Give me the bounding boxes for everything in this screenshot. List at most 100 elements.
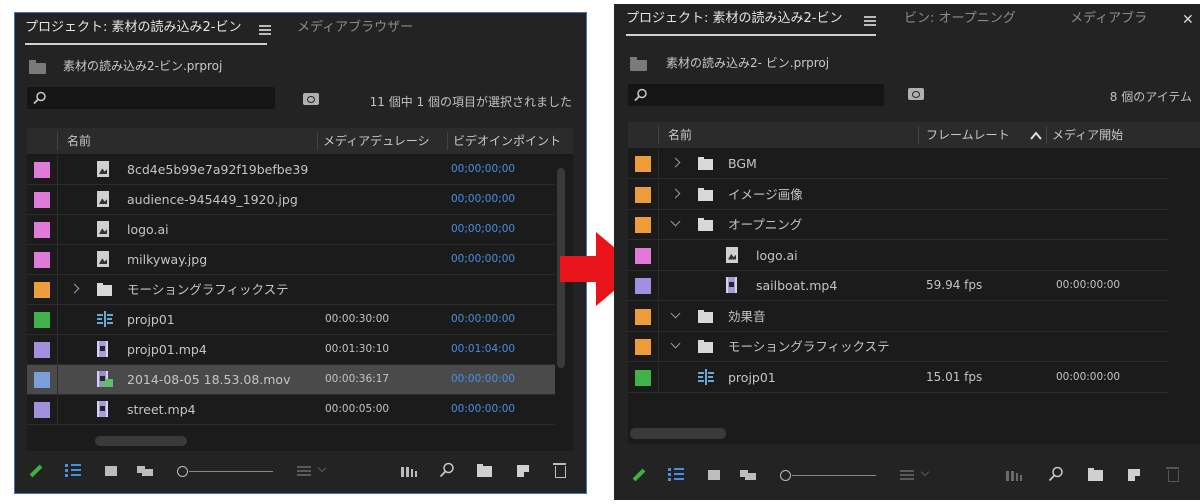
label-cell[interactable] xyxy=(27,305,58,334)
list-view-icon[interactable] xyxy=(65,464,81,478)
automate-to-sequence-icon[interactable] xyxy=(401,467,417,477)
zoom-slider-handle[interactable] xyxy=(177,466,188,477)
table-row[interactable]: projp01 00:00:30:00 00:00:00:00 xyxy=(27,305,555,335)
left-item-list[interactable]: 名前 メディアデュレーシ ビデオインポイント 8cd4e5b99e7a92f19… xyxy=(27,128,573,451)
table-row[interactable]: street.mp4 00:00:05:00 00:00:00:00 xyxy=(27,395,555,425)
tab-project[interactable]: プロジェクト: 素材の読み込み2-ビン xyxy=(25,13,241,47)
label-color-swatch[interactable] xyxy=(635,217,651,233)
label-cell[interactable] xyxy=(628,149,659,178)
right-item-list[interactable]: 名前 フレームレート メディア開始 BGM イメージ画像 オープニング logo.ai… xyxy=(628,122,1200,444)
label-color-swatch[interactable] xyxy=(635,247,651,264)
label-cell[interactable] xyxy=(27,245,58,274)
label-color-swatch[interactable] xyxy=(635,308,651,325)
label-color-swatch[interactable] xyxy=(635,369,651,386)
expand-chevron-icon[interactable] xyxy=(69,283,80,294)
table-row[interactable]: milkyway.jpg 00;00;00;00 xyxy=(27,245,555,275)
column-name[interactable]: 名前 xyxy=(668,122,908,148)
table-row[interactable]: イメージ画像 xyxy=(628,179,1168,210)
zoom-slider-track[interactable] xyxy=(189,471,273,472)
label-color-swatch[interactable] xyxy=(34,342,50,358)
new-item-icon[interactable] xyxy=(517,465,529,477)
column-frame-rate[interactable]: フレームレート xyxy=(926,122,1026,148)
table-row[interactable]: sailboat.mp4 59.94 fps 00:00:00:00 xyxy=(628,271,1168,301)
trash-icon[interactable] xyxy=(1166,467,1179,482)
new-bin-icon[interactable] xyxy=(477,464,492,477)
table-row[interactable]: projp01.mp4 00:01:30:10 00:01:04:00 xyxy=(27,335,555,365)
find-filter-icon[interactable] xyxy=(908,88,924,100)
column-video-in-point[interactable]: ビデオインポイント xyxy=(453,128,568,154)
sort-icon[interactable] xyxy=(297,466,311,478)
label-cell[interactable] xyxy=(27,335,58,364)
hamburger-icon[interactable] xyxy=(259,25,271,35)
automate-to-sequence-icon[interactable] xyxy=(1006,471,1022,481)
column-name[interactable]: 名前 xyxy=(67,128,307,154)
freeform-view-icon[interactable] xyxy=(740,470,756,480)
search-input[interactable] xyxy=(628,84,884,106)
close-icon[interactable]: ✕ xyxy=(1182,12,1194,28)
list-view-icon[interactable] xyxy=(668,468,684,482)
table-row[interactable]: BGM xyxy=(628,149,1168,179)
label-color-swatch[interactable] xyxy=(34,282,50,298)
label-cell[interactable] xyxy=(27,185,58,214)
table-row[interactable]: 8cd4e5b99e7a92f19befbe39 00;00;00;00 xyxy=(27,155,555,185)
icon-view-icon[interactable] xyxy=(708,470,720,480)
table-row[interactable]: logo.ai xyxy=(628,240,1168,271)
zoom-slider-track[interactable] xyxy=(792,475,876,476)
find-filter-icon[interactable] xyxy=(303,93,319,105)
zoom-slider-handle[interactable] xyxy=(780,470,791,481)
label-cell[interactable] xyxy=(628,362,659,392)
label-color-swatch[interactable] xyxy=(635,156,651,172)
label-cell[interactable] xyxy=(628,271,659,300)
table-row[interactable]: オープニング xyxy=(628,210,1168,240)
pencil-icon[interactable] xyxy=(632,468,646,482)
sort-icon[interactable] xyxy=(900,470,914,482)
horizontal-scrollbar[interactable] xyxy=(630,428,726,439)
expand-chevron-icon[interactable] xyxy=(670,188,681,198)
label-color-swatch[interactable] xyxy=(34,192,50,208)
pencil-icon[interactable] xyxy=(29,464,43,478)
label-color-swatch[interactable] xyxy=(34,252,50,268)
tab-project[interactable]: プロジェクト: 素材の読み込み2-ビン xyxy=(626,4,842,38)
label-color-swatch[interactable] xyxy=(34,162,50,178)
expand-chevron-icon[interactable] xyxy=(670,216,681,227)
label-color-swatch[interactable] xyxy=(34,222,50,238)
label-color-swatch[interactable] xyxy=(34,372,50,388)
table-row[interactable]: logo.ai 00;00;00;00 xyxy=(27,215,555,245)
table-row[interactable]: 効果音 xyxy=(628,301,1168,332)
search-input[interactable] xyxy=(27,87,275,109)
label-color-swatch[interactable] xyxy=(34,312,50,328)
sort-dropdown-icon[interactable] xyxy=(317,463,327,473)
find-icon[interactable] xyxy=(439,462,455,478)
expand-chevron-icon[interactable] xyxy=(670,308,681,318)
find-icon[interactable] xyxy=(1048,466,1064,482)
tab-bin-opening[interactable]: ビン: オープニング xyxy=(904,4,1016,38)
expand-chevron-icon[interactable] xyxy=(670,157,681,168)
horizontal-scrollbar[interactable] xyxy=(95,436,187,446)
icon-view-icon[interactable] xyxy=(105,466,117,476)
label-cell[interactable] xyxy=(628,240,659,270)
label-cell[interactable] xyxy=(628,332,659,361)
table-row[interactable]: projp01 15.01 fps 00:00:00:00 xyxy=(628,362,1168,393)
label-cell[interactable] xyxy=(27,155,58,184)
label-cell[interactable] xyxy=(27,395,58,424)
table-row[interactable]: audience-945449_1920.jpg 00;00;00;00 xyxy=(27,185,555,215)
label-cell[interactable] xyxy=(628,179,659,209)
label-color-swatch[interactable] xyxy=(34,402,50,418)
hamburger-icon[interactable] xyxy=(864,16,876,26)
label-color-swatch[interactable] xyxy=(635,186,651,203)
new-bin-icon[interactable] xyxy=(1088,468,1103,481)
table-row[interactable]: モーショングラフィックステ xyxy=(27,275,555,305)
new-item-icon[interactable] xyxy=(1128,469,1140,481)
sort-dropdown-icon[interactable] xyxy=(920,467,930,477)
label-color-swatch[interactable] xyxy=(635,339,651,355)
sort-ascending-icon[interactable] xyxy=(1030,131,1042,140)
label-cell[interactable] xyxy=(628,301,659,331)
tab-media-browser[interactable]: メディアブラウザー xyxy=(297,13,413,47)
freeform-view-icon[interactable] xyxy=(137,466,153,476)
label-cell[interactable] xyxy=(27,275,58,304)
column-media-duration[interactable]: メディアデュレーシ xyxy=(323,128,443,154)
label-cell[interactable] xyxy=(27,215,58,244)
label-cell[interactable] xyxy=(628,210,659,239)
label-cell[interactable] xyxy=(27,365,58,394)
table-row[interactable]: モーショングラフィックステ xyxy=(628,332,1168,362)
